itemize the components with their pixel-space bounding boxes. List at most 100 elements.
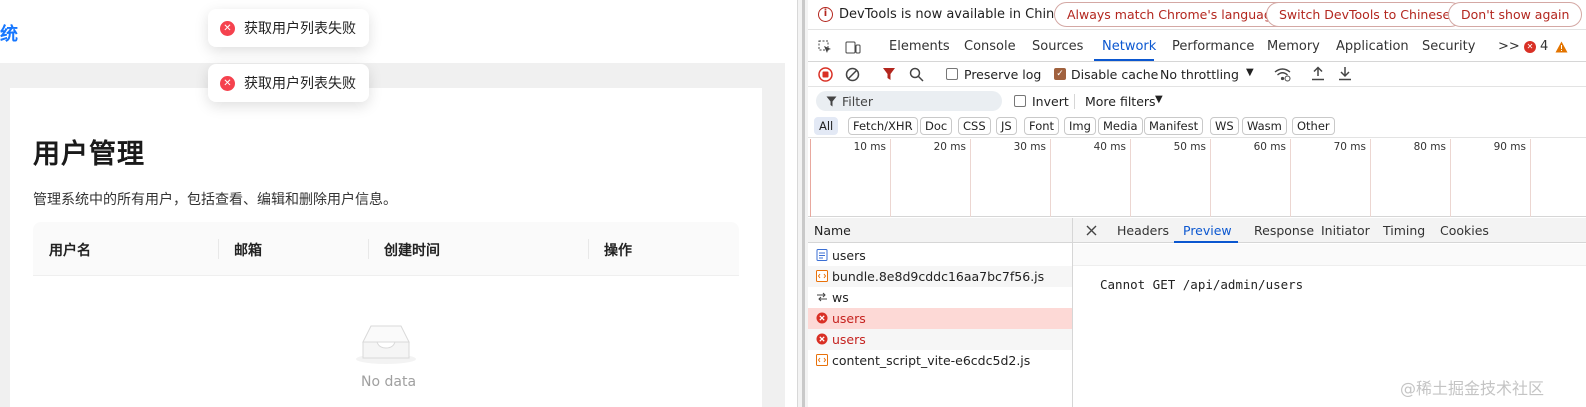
request-row[interactable]: content_script_vite-e6cdc5d2.js [808,350,1072,371]
error-circle-icon: ✕ [220,20,235,36]
preserve-log-checkbox[interactable] [946,68,958,80]
error-count-icon[interactable]: ✕ [1524,41,1536,53]
type-filter-css[interactable]: CSS [958,117,991,135]
detail-tab-initiator[interactable]: Initiator [1321,223,1370,238]
timeline-label: 40 ms [1093,141,1126,153]
tab-sources[interactable]: Sources [1032,39,1083,54]
type-filter-js[interactable]: JS [996,117,1017,135]
tab-network[interactable]: Network [1102,39,1156,54]
timeline-label: 60 ms [1253,141,1286,153]
timeline-gridline [1130,139,1131,217]
script-icon [816,354,828,366]
timeline-label: 90 ms [1493,141,1526,153]
request-row[interactable]: users [808,245,1072,266]
name-column-header[interactable]: Name [814,223,851,238]
network-toolbar: Preserve log ✓ Disable cache No throttli… [808,62,1586,87]
request-row[interactable]: ws [808,287,1072,308]
close-icon[interactable] [1086,225,1097,236]
filter-icon[interactable] [882,67,896,81]
error-toast: ✕ 获取用户列表失败 [208,9,369,47]
watermark: @稀土掘金技术社区 [1400,379,1545,398]
resize-handle[interactable] [802,0,805,407]
tab-application[interactable]: Application [1336,39,1409,54]
empty-state-text: No data [361,374,417,390]
tab-performance[interactable]: Performance [1172,39,1254,54]
request-name: content_script_vite-e6cdc5d2.js [832,353,1031,368]
type-filter-fetch-xhr[interactable]: Fetch/XHR [848,117,918,135]
always-match-language-button[interactable]: Always match Chrome's language [1054,2,1293,27]
timeline-label: 10 ms [853,141,886,153]
type-filter-manifest[interactable]: Manifest [1144,117,1204,135]
info-icon: i [818,7,833,22]
disable-cache-checkbox[interactable]: ✓ [1054,68,1066,80]
request-row[interactable]: bundle.8e8d9cddc16aa7bc7f56.js [808,266,1072,287]
invert-label[interactable]: Invert [1032,94,1069,109]
upload-icon[interactable] [1311,66,1325,81]
warning-icon[interactable] [1555,41,1568,53]
chevron-down-icon[interactable]: ▼ [1246,67,1254,78]
request-row-selected[interactable]: users [808,308,1072,329]
preserve-log-label[interactable]: Preserve log [964,67,1041,82]
type-filter-doc[interactable]: Doc [920,117,953,135]
script-icon [816,270,828,282]
request-name: users [832,311,866,326]
clear-icon[interactable] [845,67,860,82]
detail-tab-cookies[interactable]: Cookies [1440,223,1489,238]
filter-funnel-icon [826,96,837,107]
resource-type-filters: All Fetch/XHR Doc CSS JS Font Img Media … [808,114,1586,138]
disable-cache-label[interactable]: Disable cache [1071,67,1158,82]
column-separator [588,239,589,259]
dont-show-again-button[interactable]: Don't show again [1448,2,1583,27]
throttling-select[interactable]: No throttling [1160,67,1239,82]
request-list: Name users bundle.8e8d9cddc16aa7bc7f56.j… [808,218,1073,407]
switch-to-chinese-button[interactable]: Switch DevTools to Chinese [1266,2,1464,27]
tab-console[interactable]: Console [964,39,1016,54]
request-row[interactable]: users [808,329,1072,350]
download-icon[interactable] [1338,66,1352,81]
stop-recording-icon[interactable] [818,67,833,82]
chevron-down-icon[interactable]: ▼ [1155,94,1163,105]
app-brand[interactable]: 统 [0,20,18,46]
timeline-gridline [1450,139,1451,217]
network-conditions-icon[interactable] [1274,67,1291,82]
app-header: 统 [0,0,797,63]
request-list-header: Name [808,218,1072,243]
detail-tab-headers[interactable]: Headers [1117,223,1169,238]
device-toolbar-icon[interactable] [845,40,861,55]
type-filter-wasm[interactable]: Wasm [1242,117,1287,135]
detail-tab-response[interactable]: Response [1254,223,1314,238]
column-header-created: 创建时间 [384,243,440,259]
type-filter-media[interactable]: Media [1098,117,1143,135]
search-icon[interactable] [909,67,924,82]
tab-security[interactable]: Security [1422,39,1475,54]
inspect-element-icon[interactable] [818,40,833,55]
type-filter-all[interactable]: All [814,117,839,135]
language-infobar: i DevTools is now available in Chinese! … [808,0,1586,30]
timeline-gridline [1050,139,1051,217]
response-preview: Cannot GET /api/admin/users [1100,277,1304,292]
devtools-panel: i DevTools is now available in Chinese! … [808,0,1586,407]
network-timeline[interactable]: 10 ms 20 ms 30 ms 40 ms 50 ms 60 ms 70 m… [808,139,1586,217]
more-filters-dropdown[interactable]: More filters [1085,94,1156,109]
detail-tab-preview[interactable]: Preview [1183,223,1232,238]
type-filter-ws[interactable]: WS [1210,117,1239,135]
type-filter-font[interactable]: Font [1024,117,1060,135]
more-tabs-chevron-icon[interactable]: >> [1498,39,1520,54]
error-count[interactable]: 4 [1540,39,1548,54]
toast-message: 获取用户列表失败 [244,76,356,92]
filter-bar: Filter Invert More filters ▼ [808,89,1586,113]
preview-gutter [1073,244,1586,266]
detail-tab-timing[interactable]: Timing [1383,223,1425,238]
timeline-gridline [1290,139,1291,217]
tab-elements[interactable]: Elements [889,39,950,54]
error-icon [816,312,828,324]
websocket-icon [817,292,827,302]
request-name: ws [832,290,849,305]
type-filter-img[interactable]: Img [1064,117,1096,135]
invert-checkbox[interactable] [1014,95,1026,107]
type-filter-other[interactable]: Other [1292,117,1335,135]
tab-memory[interactable]: Memory [1267,39,1320,54]
filter-input[interactable]: Filter [816,91,1002,111]
devtools-tab-bar: Elements Console Sources Network Perform… [808,32,1586,62]
split-gutter[interactable] [797,0,808,407]
